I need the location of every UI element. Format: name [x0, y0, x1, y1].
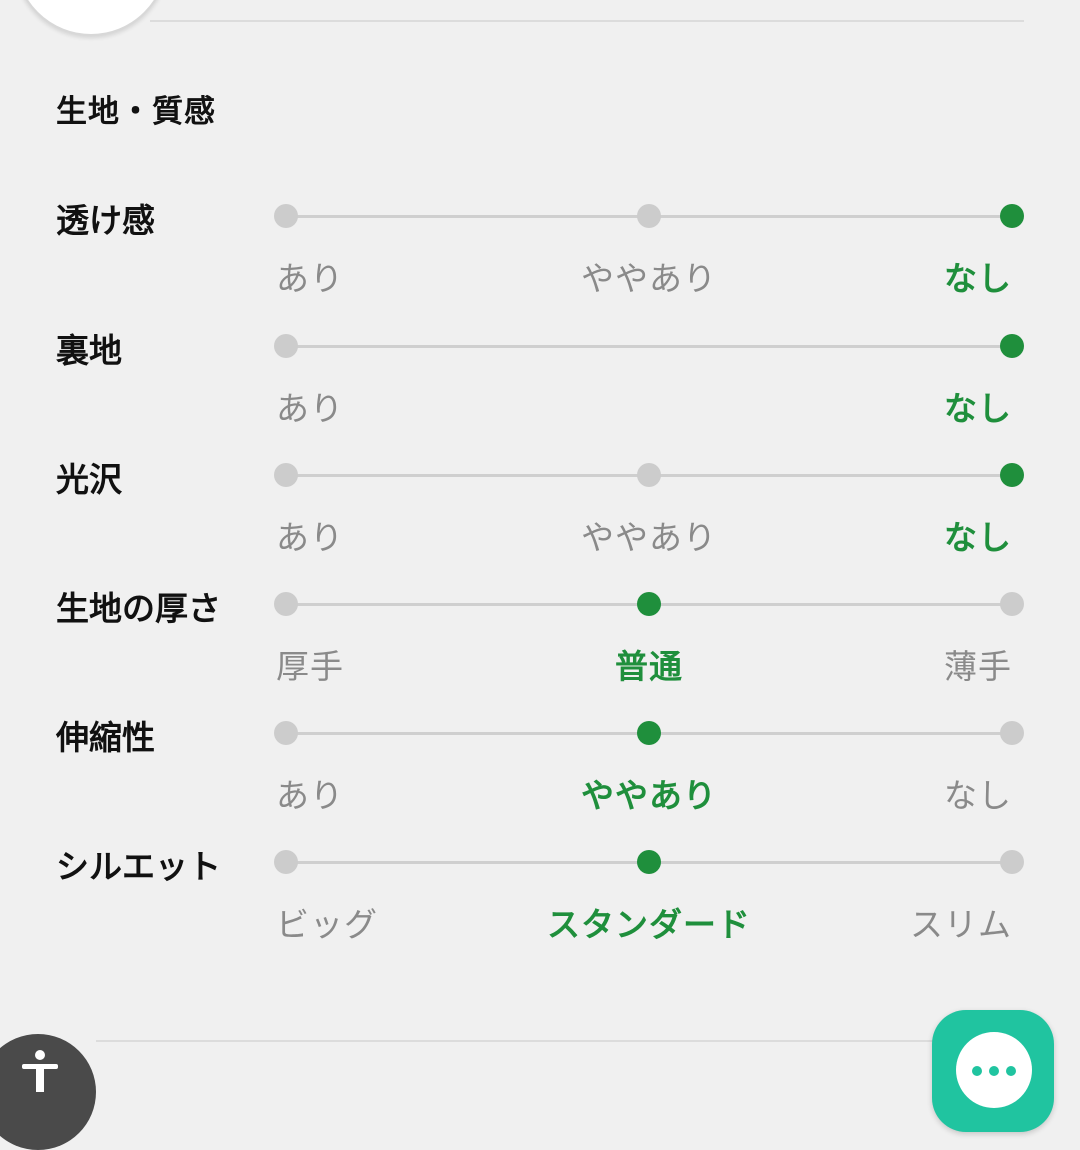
scale-option-selected: なし [944, 389, 1012, 428]
scale-dot [637, 463, 661, 487]
scale-dot-selected [637, 592, 661, 616]
scale-dot [1000, 850, 1024, 874]
scale-option-selected: なし [944, 518, 1012, 557]
scale-option-selected: スタンダード [547, 905, 751, 944]
scale-option: あり [276, 259, 344, 298]
scale-dot [274, 334, 298, 358]
scale-option-selected: 普通 [615, 647, 683, 686]
scale-option-selected: ややあり [581, 776, 717, 815]
scale-dot-selected [1000, 463, 1024, 487]
attr-row-gloss: 光沢 あり ややあり なし [0, 460, 1080, 595]
accessibility-button[interactable] [0, 1034, 96, 1150]
scale-dot [274, 850, 298, 874]
scale-option: 薄手 [944, 647, 1012, 686]
accessibility-icon [22, 1050, 58, 1092]
scale-dot [1000, 592, 1024, 616]
scale-option-selected: なし [944, 259, 1012, 298]
attr-row-silhouette: シルエット ビッグ スタンダード スリム [0, 847, 1080, 982]
attr-row-thickness: 生地の厚さ 厚手 普通 薄手 [0, 589, 1080, 724]
attr-label: 生地の厚さ [56, 589, 221, 628]
attr-label: 光沢 [56, 460, 122, 499]
scale-option: スリム [910, 905, 1012, 944]
attr-label: 裏地 [56, 331, 122, 370]
scale-dot [1000, 721, 1024, 745]
scale-option: 厚手 [276, 647, 344, 686]
top-divider [150, 20, 1024, 22]
scale-option: なし [944, 776, 1012, 815]
scale-dot-selected [637, 850, 661, 874]
attr-label: 透け感 [56, 201, 155, 240]
scale-option: ビッグ [276, 905, 378, 944]
scale-dot [274, 463, 298, 487]
zoom-button[interactable] [14, 0, 168, 36]
magnifier-icon [70, 0, 166, 10]
chat-button[interactable] [932, 1010, 1054, 1132]
scale-dot-selected [637, 721, 661, 745]
scale-option: あり [276, 389, 344, 428]
bottom-divider [96, 1040, 950, 1042]
attr-row-lining: 裏地 あり なし [0, 331, 1080, 466]
scale-dot-selected [1000, 204, 1024, 228]
scale-option: ややあり [581, 518, 717, 557]
scale-dot [274, 592, 298, 616]
scale-dot [637, 204, 661, 228]
scale-dot [274, 721, 298, 745]
scale-option: あり [276, 518, 344, 557]
attr-label: シルエット [56, 847, 221, 886]
attr-row-transparency: 透け感 あり ややあり なし [0, 201, 1080, 336]
scale-dot [274, 204, 298, 228]
scale-line [286, 345, 1012, 348]
scale-option: ややあり [581, 259, 717, 298]
attr-label: 伸縮性 [56, 718, 155, 757]
chat-bubble-icon [956, 1032, 1032, 1108]
scale-dot-selected [1000, 334, 1024, 358]
section-title: 生地・質感 [56, 94, 216, 130]
attr-row-stretch: 伸縮性 あり ややあり なし [0, 718, 1080, 853]
scale-option: あり [276, 776, 344, 815]
